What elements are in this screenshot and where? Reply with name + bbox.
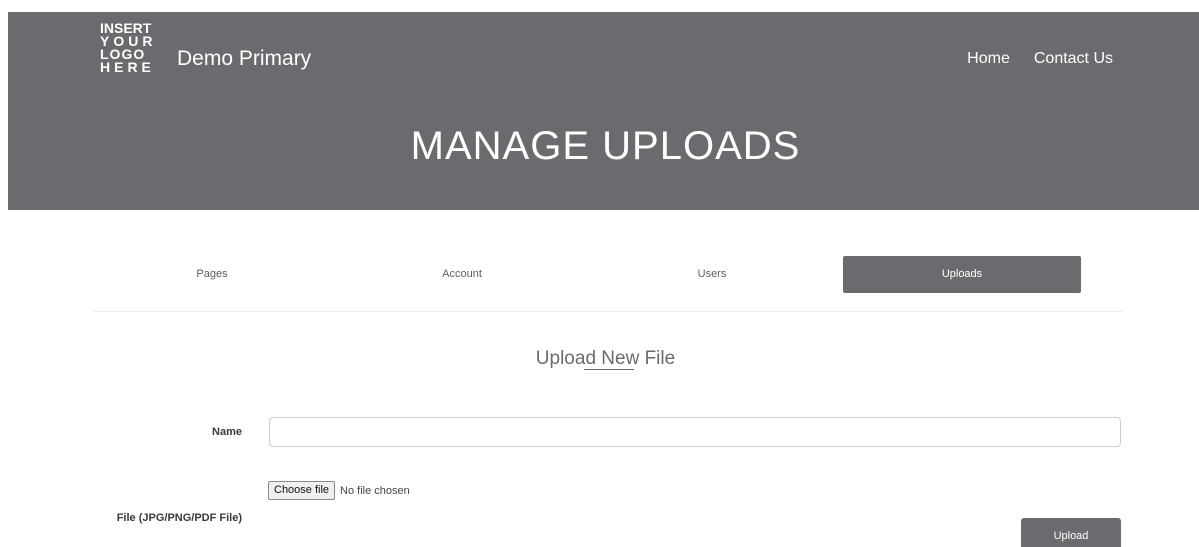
nav-link-home[interactable]: Home xyxy=(967,48,1010,70)
logo-line: HERE xyxy=(100,59,155,75)
tab-users[interactable]: Users xyxy=(593,256,831,293)
tab-bar: Pages Account Users Uploads xyxy=(93,256,1123,293)
tab-pages[interactable]: Pages xyxy=(93,256,331,293)
nav-link-contact-us[interactable]: Contact Us xyxy=(1034,48,1113,70)
choose-file-button[interactable]: Choose file xyxy=(268,481,336,500)
title-underline xyxy=(584,369,634,370)
tabs-divider xyxy=(93,311,1123,312)
file-picker: Choose file No file chosen xyxy=(268,481,410,500)
page-title: MANAGE UPLOADS xyxy=(410,124,801,168)
name-input[interactable] xyxy=(269,417,1121,447)
logo[interactable]: INSERT YOUR LOGO HERE xyxy=(100,21,164,75)
tab-uploads[interactable]: Uploads xyxy=(843,256,1081,293)
file-label: File (JPG/PNG/PDF File) xyxy=(116,512,242,524)
tab-account[interactable]: Account xyxy=(343,256,581,293)
name-label: Name xyxy=(212,426,242,438)
file-status: No file chosen xyxy=(340,484,410,497)
site-name[interactable]: Demo Primary xyxy=(177,46,311,72)
upload-button[interactable]: Upload xyxy=(1021,518,1121,547)
page: INSERT YOUR LOGO HERE Demo Primary Home … xyxy=(0,0,1199,547)
header-banner xyxy=(8,12,1199,210)
top-nav: Home Contact Us xyxy=(967,48,1113,70)
